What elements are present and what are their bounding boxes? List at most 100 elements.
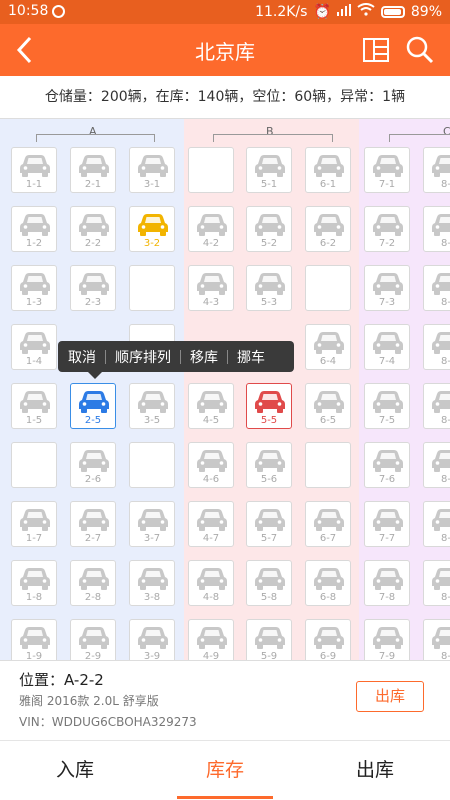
tab-outbound[interactable]: 出库: [300, 741, 450, 800]
parking-slot[interactable]: 8-: [423, 442, 450, 488]
layout-toggle-button[interactable]: [362, 36, 390, 64]
parking-slot[interactable]: 7-8: [364, 560, 410, 606]
parking-slot[interactable]: 4-6: [188, 442, 234, 488]
car-icon: [20, 391, 50, 413]
parking-slot[interactable]: 5-1: [246, 147, 292, 193]
parking-slot[interactable]: 7-9: [364, 619, 410, 660]
parking-slot[interactable]: 7-5: [364, 383, 410, 429]
parking-slot[interactable]: [188, 147, 234, 193]
parking-slot-label: 7-3: [378, 297, 396, 308]
parking-slot[interactable]: 2-3: [70, 265, 116, 311]
parking-slot[interactable]: 3-5: [129, 383, 175, 429]
parking-slot[interactable]: 6-8: [305, 560, 351, 606]
parking-slot-label: 1-4: [25, 356, 43, 367]
checkout-button[interactable]: 出库: [356, 681, 424, 712]
parking-slot-label: 8-: [441, 415, 450, 426]
search-button[interactable]: [405, 35, 435, 65]
parking-slot[interactable]: 2-2: [70, 206, 116, 252]
car-icon: [197, 391, 227, 413]
parking-slot[interactable]: 8-: [423, 501, 450, 547]
parking-slot[interactable]: 5-7: [246, 501, 292, 547]
battery-icon: [380, 5, 405, 18]
car-icon: [314, 509, 344, 531]
parking-slot-label: 7-8: [378, 592, 396, 603]
parking-slot[interactable]: [129, 442, 175, 488]
parking-slot[interactable]: 3-7: [129, 501, 175, 547]
parking-slot[interactable]: [305, 442, 351, 488]
parking-slot[interactable]: 3-9: [129, 619, 175, 660]
parking-slot[interactable]: 4-9: [188, 619, 234, 660]
parking-slot[interactable]: 4-5: [188, 383, 234, 429]
parking-slot[interactable]: [129, 265, 175, 311]
parking-slot[interactable]: 7-7: [364, 501, 410, 547]
parking-slot[interactable]: 2-8: [70, 560, 116, 606]
parking-slot[interactable]: 3-2: [129, 206, 175, 252]
parking-slot[interactable]: 7-4: [364, 324, 410, 370]
parking-slot[interactable]: 5-8: [246, 560, 292, 606]
parking-slot[interactable]: 5-9: [246, 619, 292, 660]
parking-slot[interactable]: 1-4: [11, 324, 57, 370]
parking-slot[interactable]: 2-1: [70, 147, 116, 193]
parking-slot-label: 8-: [441, 179, 450, 190]
parking-slot[interactable]: 5-5: [246, 383, 292, 429]
parking-slot[interactable]: 5-2: [246, 206, 292, 252]
parking-slot[interactable]: 2-5: [70, 383, 116, 429]
parking-slot-label: 1-2: [25, 238, 43, 249]
parking-slot[interactable]: 1-8: [11, 560, 57, 606]
parking-slot[interactable]: 2-9: [70, 619, 116, 660]
parking-grid: A B C 1-1 2-1 3-1 5-1 6-1 7-1 8- 1-2 2-2 3-2 4-2 5-…: [0, 119, 450, 660]
parking-slot[interactable]: 3-1: [129, 147, 175, 193]
parking-slot-label: 8-: [441, 356, 450, 367]
tab-stock[interactable]: 库存: [150, 741, 300, 800]
parking-slot[interactable]: 3-8: [129, 560, 175, 606]
parking-slot[interactable]: 4-3: [188, 265, 234, 311]
parking-slot[interactable]: 6-4: [305, 324, 351, 370]
parking-slot[interactable]: 1-9: [11, 619, 57, 660]
parking-slot-label: 5-3: [260, 297, 278, 308]
parking-slot-label: 7-1: [378, 179, 396, 190]
parking-slot[interactable]: 4-2: [188, 206, 234, 252]
parking-slot[interactable]: 2-6: [70, 442, 116, 488]
parking-slot[interactable]: 5-3: [246, 265, 292, 311]
tab-inbound[interactable]: 入库: [0, 741, 150, 800]
parking-slot-label: 8-: [441, 297, 450, 308]
vehicle-position: 位置：A-2-2: [19, 671, 104, 689]
parking-slot-label: 7-9: [378, 651, 396, 660]
car-icon: [373, 627, 403, 649]
sort-button[interactable]: 顺序排列: [115, 347, 171, 367]
parking-slot[interactable]: 1-3: [11, 265, 57, 311]
parking-slot-label: 8-: [441, 474, 450, 485]
parking-slot[interactable]: 8-: [423, 619, 450, 660]
parking-slot[interactable]: 7-3: [364, 265, 410, 311]
parking-slot[interactable]: 5-6: [246, 442, 292, 488]
car-icon: [373, 155, 403, 177]
car-icon: [79, 509, 109, 531]
parking-slot[interactable]: 8-: [423, 383, 450, 429]
parking-slot[interactable]: 7-6: [364, 442, 410, 488]
parking-slot[interactable]: 6-1: [305, 147, 351, 193]
storage-summary: 仓储量：200辆，在库：140辆，空位：60辆，异常：1辆: [0, 76, 450, 119]
parking-slot[interactable]: 6-7: [305, 501, 351, 547]
cancel-button[interactable]: 取消: [68, 347, 96, 367]
parking-slot[interactable]: 1-5: [11, 383, 57, 429]
parking-slot[interactable]: 7-1: [364, 147, 410, 193]
parking-slot[interactable]: [11, 442, 57, 488]
parking-slot[interactable]: 4-7: [188, 501, 234, 547]
parking-slot[interactable]: 2-7: [70, 501, 116, 547]
parking-slot[interactable]: 6-2: [305, 206, 351, 252]
parking-slot[interactable]: 1-2: [11, 206, 57, 252]
parking-slot[interactable]: 7-2: [364, 206, 410, 252]
parking-slot[interactable]: 8-: [423, 265, 450, 311]
move-button[interactable]: 移库: [190, 347, 218, 367]
parking-slot[interactable]: 8-: [423, 324, 450, 370]
parking-slot[interactable]: 8-: [423, 147, 450, 193]
shift-car-button[interactable]: 挪车: [237, 347, 265, 367]
parking-slot[interactable]: 6-5: [305, 383, 351, 429]
parking-slot[interactable]: 6-9: [305, 619, 351, 660]
parking-slot[interactable]: 8-: [423, 206, 450, 252]
parking-slot[interactable]: 1-7: [11, 501, 57, 547]
parking-slot[interactable]: 4-8: [188, 560, 234, 606]
parking-slot[interactable]: 8-: [423, 560, 450, 606]
parking-slot[interactable]: [305, 265, 351, 311]
parking-slot[interactable]: 1-1: [11, 147, 57, 193]
